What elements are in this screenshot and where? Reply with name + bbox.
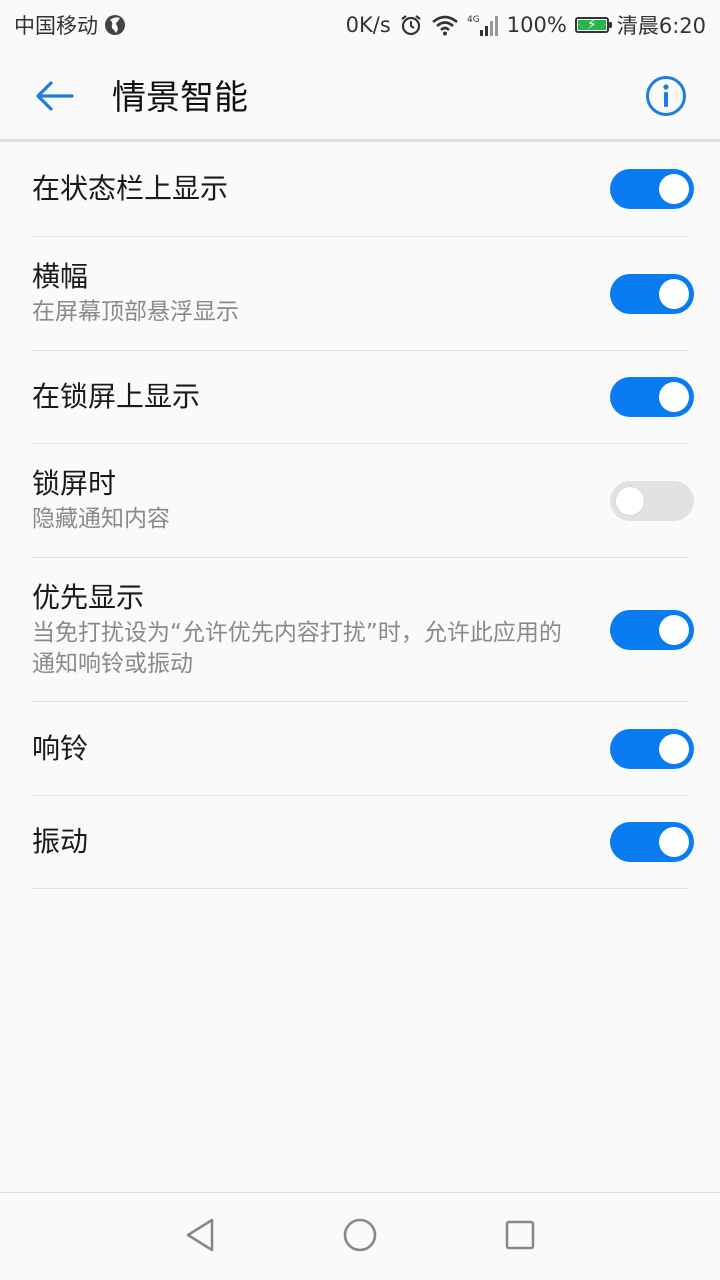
status-bar-right: 0K/s 4G 100% ⚡ 清晨6:20 xyxy=(346,10,706,40)
setting-row-lockscreen[interactable]: 在锁屏上显示 xyxy=(32,351,694,444)
row-text: 锁屏时 隐藏通知内容 xyxy=(32,466,170,535)
setting-row-statusbar[interactable]: 在状态栏上显示 xyxy=(32,142,694,237)
back-triangle-icon xyxy=(183,1217,217,1257)
setting-title: 振动 xyxy=(32,825,89,858)
nav-recents-button[interactable] xyxy=(498,1215,542,1259)
row-text: 振动 xyxy=(32,824,88,860)
row-text: 在锁屏上显示 xyxy=(32,379,200,415)
setting-title: 锁屏时 xyxy=(32,467,117,500)
toggle-knob xyxy=(659,382,689,412)
setting-title: 横幅 xyxy=(32,260,89,293)
wifi-icon xyxy=(431,14,459,36)
toggle-hide-content[interactable] xyxy=(610,480,694,521)
page-title: 情景智能 xyxy=(112,78,248,118)
setting-row-ring[interactable]: 响铃 xyxy=(32,702,694,796)
battery-percent: 100% xyxy=(506,13,567,37)
nav-back-button[interactable] xyxy=(178,1215,222,1259)
toggle-knob xyxy=(615,485,645,516)
row-text: 响铃 xyxy=(32,731,88,767)
carrier-label: 中国移动 xyxy=(14,14,98,38)
info-icon xyxy=(645,75,687,121)
setting-row-vibrate[interactable]: 振动 xyxy=(32,796,694,889)
toggle-knob xyxy=(659,733,689,764)
setting-row-priority[interactable]: 优先显示 当免打扰设为“允许优先内容打扰”时，允许此应用的通知响铃或振动 xyxy=(32,558,694,702)
setting-title: 优先显示 xyxy=(32,580,145,614)
toggle-knob xyxy=(659,278,689,309)
network-type-label: 4G xyxy=(467,15,480,25)
recents-square-icon xyxy=(503,1218,537,1256)
signal-icon: 4G xyxy=(467,13,499,37)
clock: 清晨6:20 xyxy=(616,14,706,38)
setting-title: 在状态栏上显示 xyxy=(32,172,229,205)
settings-list: 在状态栏上显示 横幅 在屏幕顶部悬浮显示 在锁屏上显示 锁屏时 隐藏通知内容 优… xyxy=(0,142,720,889)
setting-row-banner[interactable]: 横幅 在屏幕顶部悬浮显示 xyxy=(32,237,694,351)
setting-subtitle: 当免打扰设为“允许优先内容打扰”时，允许此应用的通知响铃或振动 xyxy=(32,619,562,677)
row-text: 在状态栏上显示 xyxy=(32,171,228,207)
toggle-priority[interactable] xyxy=(610,609,694,650)
alarm-icon xyxy=(399,13,423,37)
setting-subtitle: 隐藏通知内容 xyxy=(32,506,170,532)
status-bar: 中国移动 0K/s 4G 100% ⚡ 清晨6:20 xyxy=(0,0,720,50)
net-speed: 0K/s xyxy=(345,13,391,37)
home-circle-icon xyxy=(342,1217,378,1257)
toggle-knob xyxy=(659,827,689,857)
row-text: 横幅 在屏幕顶部悬浮显示 xyxy=(32,259,239,328)
toggle-show-on-lockscreen[interactable] xyxy=(610,377,694,417)
toggle-show-in-statusbar[interactable] xyxy=(610,169,694,209)
row-text: 优先显示 当免打扰设为“允许优先内容打扰”时，允许此应用的通知响铃或振动 xyxy=(32,580,562,680)
info-button[interactable] xyxy=(642,74,690,122)
battery-icon: ⚡ xyxy=(574,17,612,33)
arrow-left-icon xyxy=(34,80,74,116)
setting-row-lock-hide[interactable]: 锁屏时 隐藏通知内容 xyxy=(32,444,694,558)
setting-subtitle: 在屏幕顶部悬浮显示 xyxy=(32,299,239,325)
charging-bolt-icon: ⚡ xyxy=(586,17,597,33)
setting-title: 响铃 xyxy=(32,731,89,765)
back-button[interactable] xyxy=(28,72,80,124)
navigation-bar xyxy=(0,1192,720,1280)
toggle-banner[interactable] xyxy=(610,273,694,314)
globe-icon xyxy=(104,14,126,36)
nav-home-button[interactable] xyxy=(338,1215,382,1259)
status-bar-left: 中国移动 xyxy=(14,10,126,40)
toggle-knob xyxy=(659,614,689,645)
setting-title: 在锁屏上显示 xyxy=(32,380,201,413)
app-bar: 情景智能 xyxy=(0,50,720,142)
toggle-knob xyxy=(659,174,689,204)
toggle-vibrate[interactable] xyxy=(610,822,694,862)
toggle-ring[interactable] xyxy=(610,728,694,769)
